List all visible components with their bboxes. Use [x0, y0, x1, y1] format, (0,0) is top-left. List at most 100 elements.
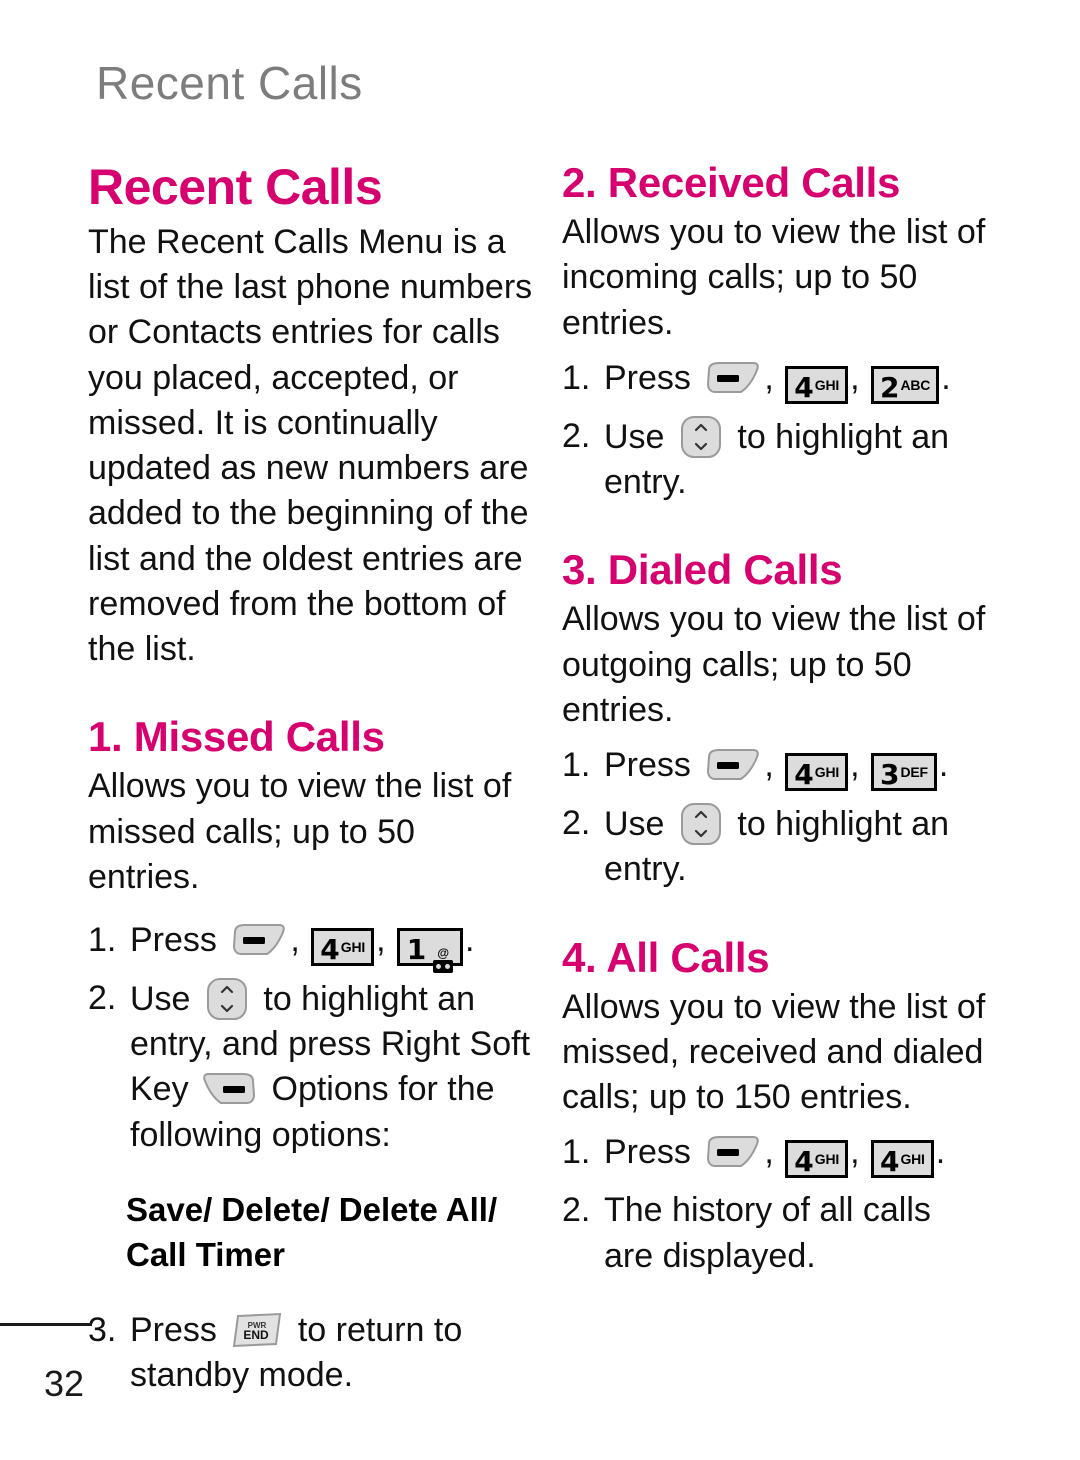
navigation-key-icon[interactable]	[679, 801, 723, 847]
key-letters: GHI	[814, 1151, 840, 1168]
voicemail-glyph: @	[433, 946, 454, 974]
history-line-2: displayed.	[662, 1236, 816, 1275]
key-word-label: Key	[130, 1070, 189, 1109]
step-number: 1.	[562, 358, 591, 397]
use-label: Use	[604, 805, 665, 844]
key-digit: 2	[879, 370, 900, 404]
key-4-ghi-icon[interactable]: 4GHI	[311, 928, 375, 967]
entry-label: entry.	[604, 850, 687, 889]
footer-divider	[0, 1323, 92, 1326]
period-1: .	[938, 746, 949, 785]
step-text: Press , 4GHI, 2ABC.	[604, 356, 987, 404]
step-text: Use to highlight an entry.	[604, 801, 987, 892]
intro-paragraph: The Recent Calls Menu is a list of the l…	[88, 223, 533, 668]
use-label: Use	[130, 980, 191, 1019]
key-digit: 1	[406, 933, 427, 967]
right-soft-key-icon[interactable]	[201, 1072, 259, 1106]
step-number: 2.	[88, 979, 117, 1018]
key-digit: 3	[879, 758, 900, 792]
step-text: Use to highlight an entry, and press Rig…	[130, 976, 533, 1158]
key-2-abc-icon[interactable]: 2ABC	[870, 365, 940, 404]
key-letters: GHI	[814, 376, 840, 393]
step-number: 2.	[562, 416, 591, 455]
step-number: 1.	[562, 1133, 591, 1172]
step-number: 2.	[562, 1191, 591, 1230]
standby-label: standby mode.	[130, 1355, 354, 1394]
step-text: Press , 4GHI, 3DEF.	[604, 743, 987, 792]
page-title: Recent Calls	[88, 159, 383, 215]
press-label: Press	[604, 1133, 691, 1172]
all-calls-description: Allows you to view the list of missed, r…	[562, 987, 986, 1117]
at-symbol: @	[437, 946, 450, 961]
press-label: Press	[130, 921, 217, 960]
step-number: 3.	[88, 1310, 117, 1349]
step-received-1: 1. Press , 4GHI, 2ABC.	[562, 356, 987, 404]
step-number: 1.	[562, 746, 591, 785]
period-1: .	[935, 1133, 946, 1172]
step-number: 1.	[88, 921, 117, 960]
key-letters: ABC	[900, 376, 931, 393]
comma-2: ,	[850, 1133, 860, 1172]
step-text: Use to highlight an entry.	[604, 414, 987, 505]
left-column: Recent Calls The Recent Calls Menu is a …	[88, 160, 533, 1398]
missed-calls-description: Allows you to view the list of missed ca…	[88, 767, 512, 896]
press-label: Press	[604, 746, 691, 785]
key-letters: DEF	[900, 764, 928, 781]
tape-icon	[433, 960, 454, 974]
dialed-calls-description: Allows you to view the list of outgoing …	[562, 600, 986, 729]
pwr-end-key-icon[interactable]: PWR END	[230, 1312, 284, 1350]
step-received-2: 2. Use to highlight an entry.	[562, 414, 987, 505]
key-digit: 4	[794, 370, 814, 404]
step-number: 2.	[562, 804, 591, 843]
key-4-ghi-icon[interactable]: 4GHI	[785, 753, 849, 792]
right-column: 2. Received Calls Allows you to view the…	[562, 159, 987, 1279]
comma-1: ,	[764, 746, 774, 785]
send-key-icon[interactable]	[229, 923, 287, 957]
comma-1: ,	[764, 358, 774, 397]
key-3-def-icon[interactable]: 3DEF	[870, 753, 937, 792]
press-label: Press	[604, 358, 691, 397]
key-digit: 4	[320, 933, 340, 967]
comma-2: ,	[850, 358, 860, 397]
send-key-icon[interactable]	[703, 361, 761, 395]
key-letters: GHI	[900, 1151, 925, 1168]
highlight-label: to highlight an	[737, 417, 950, 456]
options-list-bold: Save/ Delete/ Delete All/ Call Timer	[126, 1190, 498, 1273]
received-calls-description: Allows you to view the list of incoming …	[562, 213, 986, 342]
send-key-icon[interactable]	[703, 748, 761, 782]
comma-1: ,	[290, 921, 300, 960]
comma-1: ,	[764, 1133, 774, 1172]
options-for-the-label: Options for the	[271, 1070, 495, 1109]
step-all-2: 2. The history of all calls are displaye…	[562, 1188, 987, 1278]
highlight-label: to highlight an	[263, 980, 476, 1019]
navigation-key-icon[interactable]	[679, 414, 723, 460]
key-digit: 4	[879, 1145, 900, 1179]
send-key-icon[interactable]	[703, 1135, 761, 1169]
following-options-label: following options:	[130, 1115, 391, 1154]
running-header: Recent Calls	[96, 57, 363, 109]
step-missed-2: 2. Use to highlight an entry, and press …	[88, 976, 533, 1158]
key-4-ghi-icon[interactable]: 4GHI	[785, 365, 849, 404]
section-heading-received-calls: 2. Received Calls	[562, 159, 901, 206]
key-letters: GHI	[340, 939, 366, 956]
key-digit: 4	[794, 1145, 814, 1179]
entry-label: entry.	[604, 463, 687, 502]
period-1: .	[941, 358, 951, 397]
step-dialed-2: 2. Use to highlight an entry.	[562, 801, 987, 892]
step-text: The history of all calls are displayed.	[604, 1188, 987, 1278]
step-dialed-1: 1. Press , 4GHI, 3DEF.	[562, 743, 987, 792]
section-heading-all-calls: 4. All Calls	[562, 933, 770, 981]
key-4-ghi-icon-2[interactable]: 4GHI	[870, 1140, 934, 1179]
key-1-voicemail-icon[interactable]: 1 @	[396, 928, 463, 974]
navigation-key-icon[interactable]	[205, 976, 249, 1022]
key-digit: 4	[794, 758, 814, 792]
page-number: 32	[44, 1363, 85, 1404]
step-text: Press , 4GHI, 4GHI.	[604, 1130, 987, 1179]
highlight-label: to highlight an	[737, 805, 950, 844]
svg-text:END: END	[244, 1328, 270, 1342]
section-heading-missed-calls: 1. Missed Calls	[88, 713, 385, 761]
press-label: Press	[130, 1310, 217, 1349]
key-4-ghi-icon[interactable]: 4GHI	[785, 1140, 849, 1179]
comma-2: ,	[376, 921, 386, 960]
step-missed-3: 3. Press PWR END to return to standby mo…	[88, 1308, 533, 1398]
